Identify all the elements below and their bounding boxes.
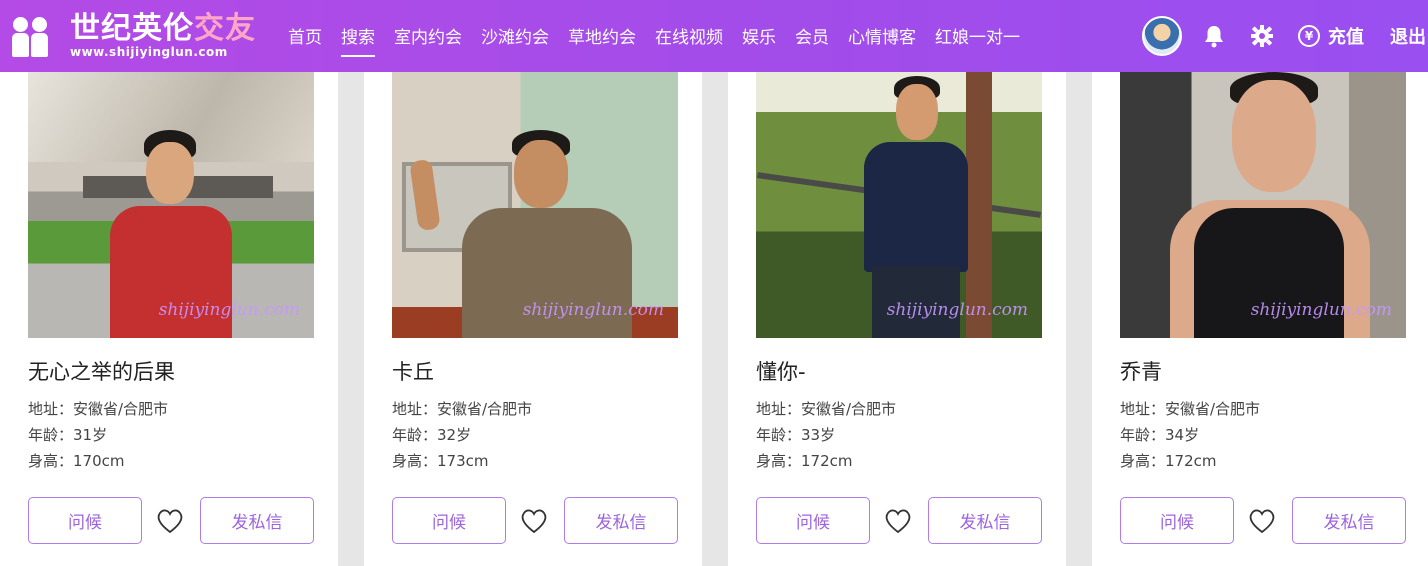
- private-message-button[interactable]: 发私信: [928, 497, 1042, 544]
- site-logo[interactable]: 世纪英伦交友 www.shijiyinglun.com: [10, 13, 280, 59]
- photo-watermark: shijiyinglun.com: [1250, 300, 1392, 320]
- nav-item-home[interactable]: 首页: [288, 23, 322, 50]
- greet-button[interactable]: 问候: [392, 497, 506, 544]
- user-avatar[interactable]: [1142, 16, 1182, 56]
- profile-card[interactable]: shijiyinglun.com 无心之举的后果 地址：安徽省/合肥市 年龄：3…: [0, 72, 338, 566]
- profile-height: 身高：172cm: [756, 452, 853, 470]
- greet-button[interactable]: 问候: [1120, 497, 1234, 544]
- private-message-button[interactable]: 发私信: [200, 497, 314, 544]
- gear-icon[interactable]: [1250, 24, 1274, 48]
- heart-icon[interactable]: [156, 508, 184, 534]
- nav-item-matchmaker[interactable]: 红娘一对一: [935, 23, 1020, 50]
- profile-name[interactable]: 卡丘: [392, 356, 434, 386]
- profile-photo[interactable]: shijiyinglun.com: [1120, 72, 1406, 338]
- profile-name[interactable]: 懂你-: [756, 356, 806, 386]
- yen-coin-icon: ¥: [1298, 25, 1320, 47]
- profile-photo[interactable]: shijiyinglun.com: [392, 72, 678, 338]
- photo-watermark: shijiyinglun.com: [158, 300, 300, 320]
- greet-button[interactable]: 问候: [28, 497, 142, 544]
- recharge-label: 充值: [1328, 27, 1364, 48]
- nav-item-beach-date[interactable]: 沙滩约会: [481, 23, 549, 50]
- top-nav-bar: 世纪英伦交友 www.shijiyinglun.com 首页 搜索 室内约会 沙…: [0, 0, 1428, 72]
- profile-height: 身高：173cm: [392, 452, 489, 470]
- heart-icon[interactable]: [884, 508, 912, 534]
- recharge-button[interactable]: ¥ 充值: [1298, 23, 1364, 49]
- couple-logo-icon: [10, 13, 52, 59]
- greet-button[interactable]: 问候: [756, 497, 870, 544]
- profile-name[interactable]: 无心之举的后果: [28, 356, 175, 386]
- nav-item-search[interactable]: 搜索: [341, 23, 375, 57]
- private-message-button[interactable]: 发私信: [1292, 497, 1406, 544]
- photo-watermark: shijiyinglun.com: [522, 300, 664, 320]
- profile-address: 地址：安徽省/合肥市: [1120, 400, 1261, 418]
- nav-item-indoor-date[interactable]: 室内约会: [394, 23, 462, 50]
- profile-address: 地址：安徽省/合肥市: [756, 400, 897, 418]
- profile-card[interactable]: shijiyinglun.com 懂你- 地址：安徽省/合肥市 年龄：33岁 身…: [728, 72, 1066, 566]
- profile-height: 身高：172cm: [1120, 452, 1217, 470]
- profile-age: 年龄：34岁: [1120, 426, 1200, 444]
- profile-photo[interactable]: shijiyinglun.com: [28, 72, 314, 338]
- profile-photo[interactable]: shijiyinglun.com: [756, 72, 1042, 338]
- profile-card[interactable]: shijiyinglun.com 乔青 地址：安徽省/合肥市 年龄：34岁 身高…: [1092, 72, 1428, 566]
- nav-item-mood-blog[interactable]: 心情博客: [848, 23, 916, 50]
- profile-address: 地址：安徽省/合肥市: [28, 400, 169, 418]
- heart-icon[interactable]: [1248, 508, 1276, 534]
- logo-title: 世纪英伦交友: [70, 11, 256, 46]
- nav-item-entertainment[interactable]: 娱乐: [742, 23, 776, 50]
- profile-card[interactable]: shijiyinglun.com 卡丘 地址：安徽省/合肥市 年龄：32岁 身高…: [364, 72, 702, 566]
- profile-age: 年龄：32岁: [392, 426, 472, 444]
- nav-item-membership[interactable]: 会员: [795, 23, 829, 50]
- nav-item-online-video[interactable]: 在线视频: [655, 23, 723, 50]
- bell-icon[interactable]: [1202, 24, 1226, 48]
- profile-address: 地址：安徽省/合肥市: [392, 400, 533, 418]
- main-nav: 首页 搜索 室内约会 沙滩约会 草地约会 在线视频 娱乐 会员 心情博客 红娘一…: [288, 23, 1039, 57]
- profile-name[interactable]: 乔青: [1120, 356, 1162, 386]
- profile-height: 身高：170cm: [28, 452, 125, 470]
- nav-item-lawn-date[interactable]: 草地约会: [568, 23, 636, 50]
- private-message-button[interactable]: 发私信: [564, 497, 678, 544]
- photo-watermark: shijiyinglun.com: [886, 300, 1028, 320]
- logout-button[interactable]: 退出: [1390, 23, 1428, 49]
- heart-icon[interactable]: [520, 508, 548, 534]
- profile-age: 年龄：33岁: [756, 426, 836, 444]
- profile-age: 年龄：31岁: [28, 426, 108, 444]
- logo-url: www.shijiyinglun.com: [70, 45, 228, 59]
